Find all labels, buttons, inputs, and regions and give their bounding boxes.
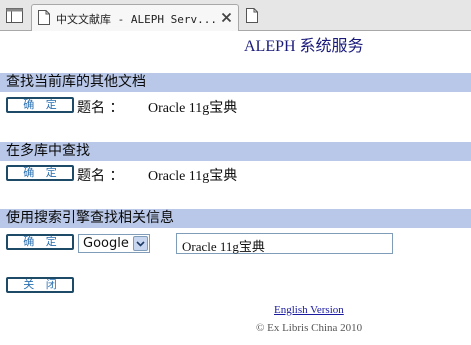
search-engine-selected: Google (83, 236, 129, 251)
tab-list-icon[interactable] (6, 8, 23, 23)
title-field-label: 题名 ： (77, 168, 124, 184)
browser-tab[interactable]: 中文文献库 - ALEPH Serv... (31, 4, 239, 31)
section-heading-current-library: 查找当前库的其他文档 (0, 73, 471, 92)
section-heading-search-engine: 使用搜索引擎查找相关信息 (0, 209, 471, 228)
section-heading-multi-library: 在多库中查找 (0, 142, 471, 161)
new-tab-icon[interactable] (246, 8, 258, 23)
title-field-value: Oracle 11g宝典 (148, 169, 238, 184)
page-title: ALEPH 系统服务 (244, 38, 364, 55)
title-field-value: Oracle 11g宝典 (148, 101, 238, 116)
browser-tab-strip: 中文文献库 - ALEPH Serv... (0, 0, 471, 31)
search-engine-select[interactable]: Google (78, 234, 150, 253)
page-icon (38, 10, 50, 25)
tab-title: 中文文献库 - ALEPH Serv... (56, 13, 216, 26)
dropdown-arrow-icon[interactable] (133, 236, 148, 251)
confirm-button-multi-library[interactable]: 确 定 (6, 165, 74, 181)
english-version-link[interactable]: English Version (274, 304, 344, 316)
copyright-text: © Ex Libris China 2010 (256, 322, 363, 334)
confirm-button-search-engine[interactable]: 确 定 (6, 234, 74, 250)
close-button[interactable]: 关 闭 (6, 277, 74, 293)
title-field-label: 题名 ： (77, 100, 124, 116)
confirm-button-current-library[interactable]: 确 定 (6, 97, 74, 113)
close-icon[interactable] (221, 12, 232, 23)
search-engine-query-input[interactable]: Oracle 11g宝典 (176, 233, 393, 254)
